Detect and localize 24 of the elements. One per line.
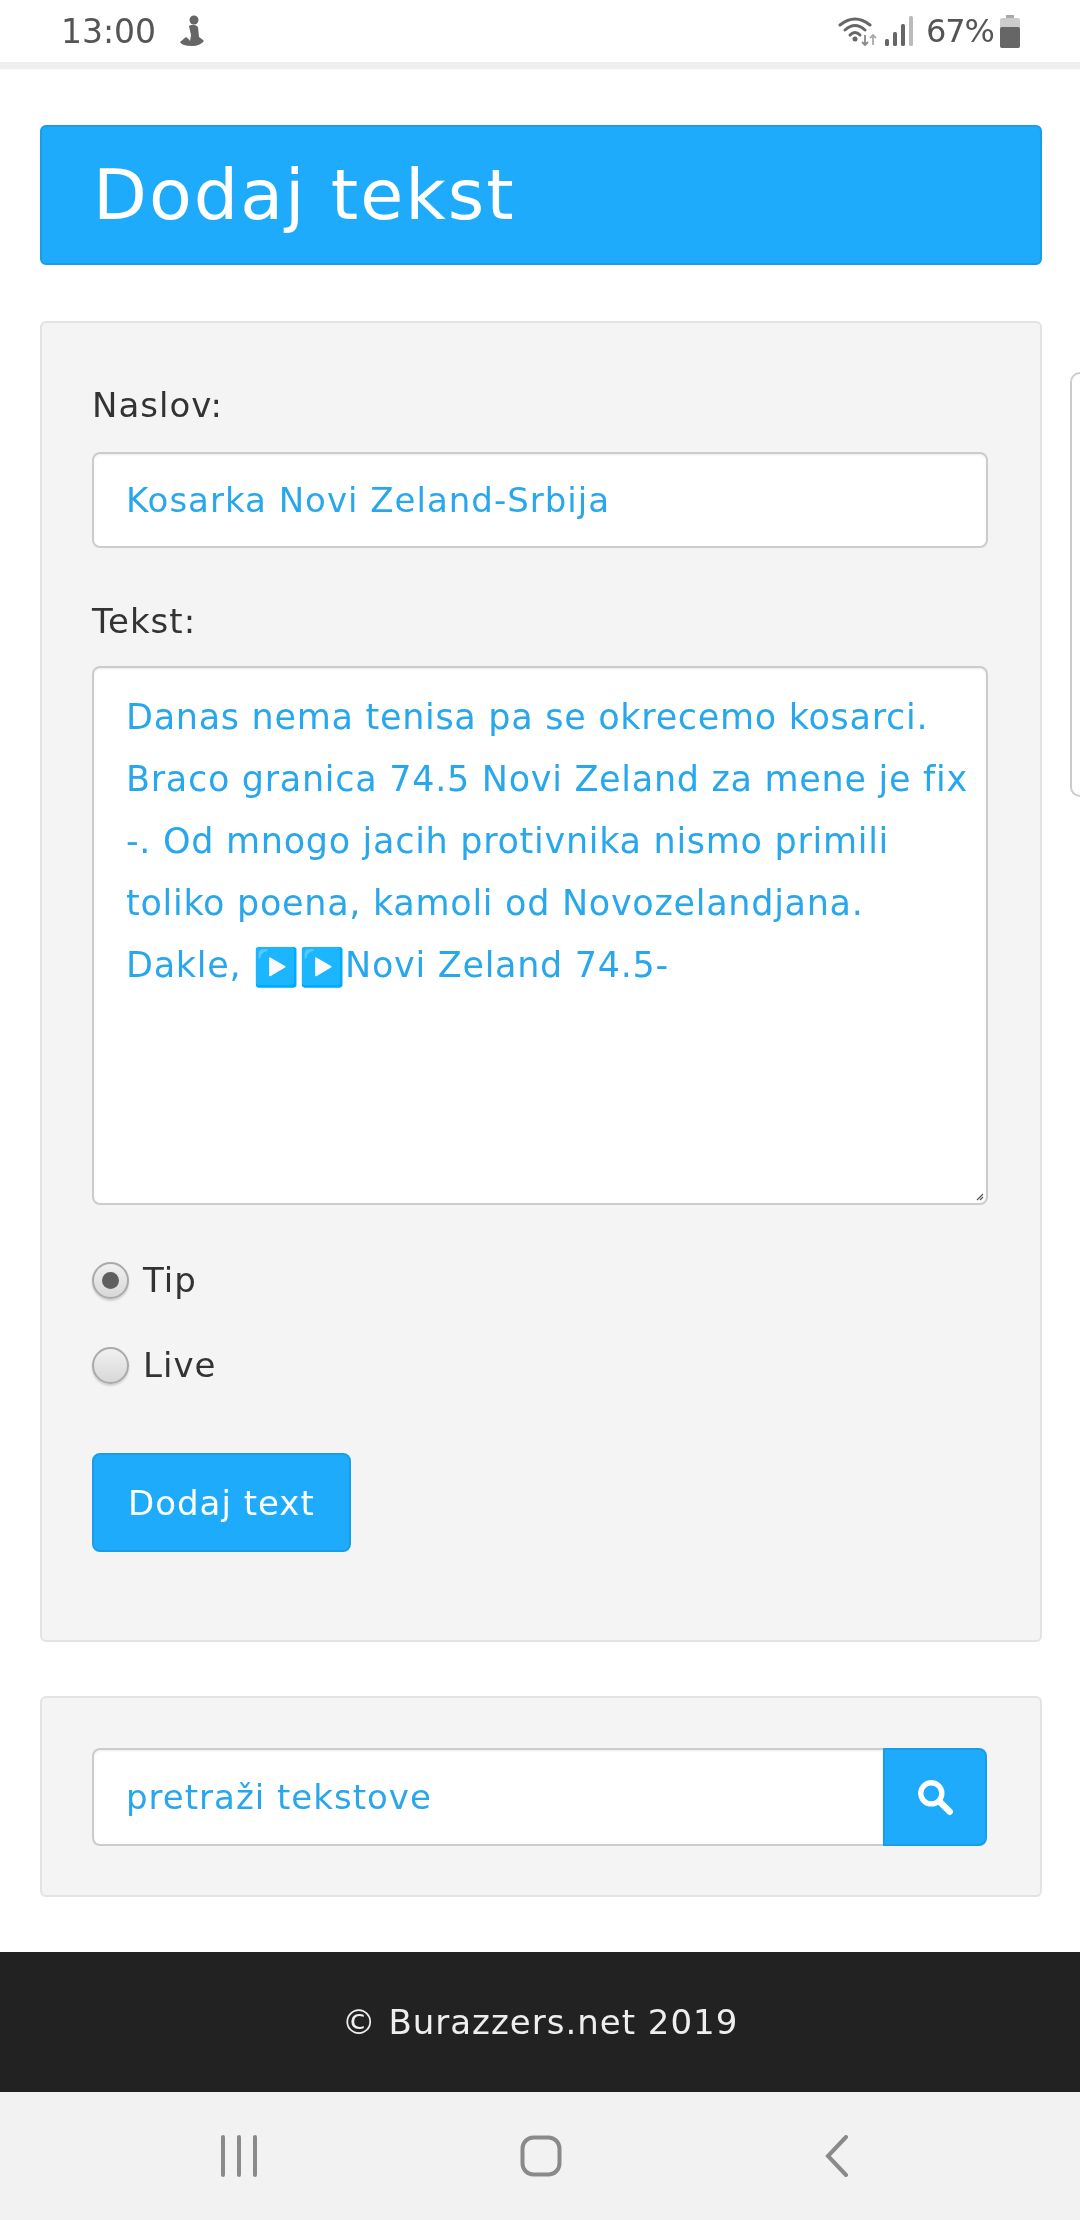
battery-icon xyxy=(1000,14,1020,48)
back-icon[interactable] xyxy=(824,2135,850,2177)
play-emoji-icon: ▶ xyxy=(299,949,346,986)
search-field[interactable]: pretraži tekstove xyxy=(92,1747,883,1846)
text-area[interactable]: Danas nema tenisa pa se okrecemo kosarci. Braco granica 74.5 Novi Zeland za mene je fix -. Od mnogo jacih protivnika nismo primili toliko poena, kamoli od Novozelandjana. Dakle, ▶▶Novi Zeland 74.5- xyxy=(92,666,988,1205)
radio-label[interactable]: Tip xyxy=(143,1258,197,1302)
field-label: Naslov: xyxy=(92,384,223,427)
play-emoji-icon: ▶ xyxy=(253,949,300,986)
recent-apps-icon[interactable] xyxy=(220,2135,258,2177)
wifi-icon xyxy=(837,15,878,47)
footer-copyright: © Burazzers.net 2019 xyxy=(341,2005,739,2039)
home-icon[interactable] xyxy=(520,2135,562,2177)
signal-icon xyxy=(883,15,914,47)
title-input[interactable]: Kosarka Novi Zeland-Srbija xyxy=(92,452,988,548)
resize-handle-icon[interactable] xyxy=(976,1193,984,1201)
battery-percent: 67% xyxy=(925,15,994,47)
radio-button[interactable] xyxy=(92,1346,129,1384)
field-label: Tekst: xyxy=(92,600,197,643)
submit-button[interactable]: Dodaj text xyxy=(92,1453,351,1552)
radio-button[interactable] xyxy=(92,1261,129,1299)
search-button[interactable] xyxy=(883,1747,987,1846)
search-icon xyxy=(916,1777,954,1816)
status-time: 13:00 xyxy=(61,14,157,48)
radio-label[interactable]: Live xyxy=(143,1343,217,1387)
